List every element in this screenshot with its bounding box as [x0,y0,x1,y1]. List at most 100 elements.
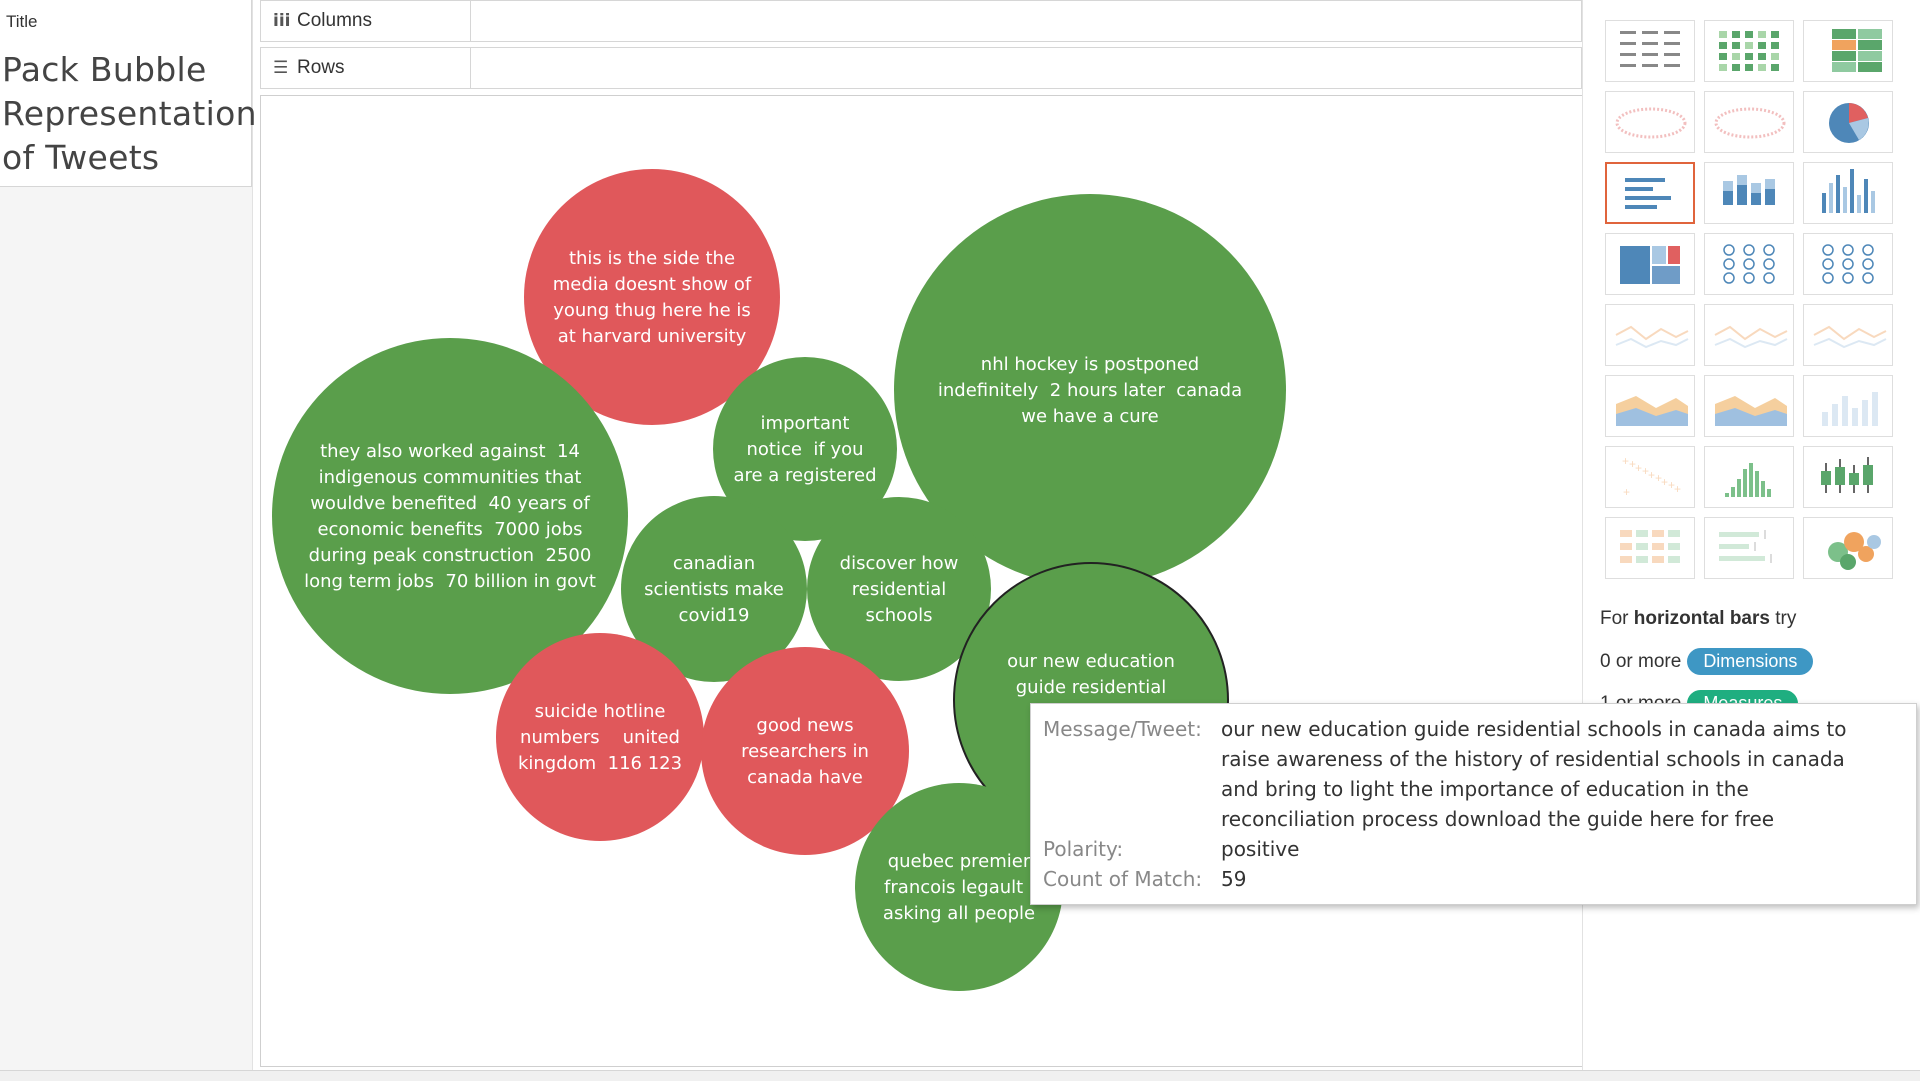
highlight-table-icon[interactable] [1803,20,1893,82]
side-by-side-bars-glyph [1822,169,1875,213]
bubble-label-line: are a registered [733,465,876,486]
tooltip-message-line: and bring to light the importance of edu… [1221,777,1749,801]
bubble-label-line: notice if you [746,439,863,460]
svg-text:+: + [1648,468,1655,482]
treemap-glyph [1620,246,1680,284]
dual-lines-icon[interactable] [1803,304,1893,366]
bubble-label-line: good news [756,715,853,736]
bubble-label-line: indigenous communities that [319,467,582,488]
treemap-icon[interactable] [1605,233,1695,295]
bubble-label-line: media doesnt show of [553,274,752,295]
svg-text:+: + [1655,471,1662,485]
bubble-label-line: scientists make [644,579,784,600]
bubble-label-line: researchers in [741,741,869,762]
bubble-label-line: nhl hockey is postponed [981,354,1199,375]
svg-text:+: + [1629,457,1636,471]
bubble-label-line: long term jobs 70 billion in govt [304,571,596,592]
bubble-label-line: discover how [840,553,959,574]
bubble-label-line: asking all people [883,903,1035,924]
bubble-label-line: indefinitely 2 hours later canada [938,380,1242,401]
tooltip-count-value: 59 [1221,867,1247,891]
mark-tooltip: Message/Tweet: our new education guide r… [1030,703,1917,905]
svg-text:+: + [1674,482,1681,496]
side-by-side-bars-icon[interactable] [1803,162,1893,224]
columns-shelf-label: iii Columns [261,1,471,41]
bubble-label-line: suicide hotline [535,701,666,722]
area-discrete-icon[interactable] [1704,375,1794,437]
dual-combination-icon[interactable] [1803,375,1893,437]
circle-views-icon[interactable] [1704,233,1794,295]
area-discrete-glyph [1715,396,1787,426]
show-me-requirement-dimensions: 0 or more Dimensions [1600,648,1814,675]
bubble-label-line: canada have [747,767,863,788]
area-continuous-glyph [1616,396,1688,426]
tooltip-message-line: reconciliation process download the guid… [1221,807,1775,831]
viz-canvas[interactable]: this is the side the media doesnt show of… [260,95,1652,1067]
heat-map-glyph [1719,31,1779,71]
bubble-label-line: we have a cure [1021,406,1159,427]
stacked-bars-glyph [1723,175,1775,205]
rows-label: Rows [297,57,345,78]
heat-map-icon[interactable] [1704,20,1794,82]
pie-chart-icon[interactable] [1803,91,1893,153]
show-me-hint-chart: horizontal bars [1633,608,1770,629]
req-dimensions-prefix: 0 or more [1600,650,1682,672]
bubble-label-line: young thug here he is [553,300,751,321]
title-card[interactable]: Title Pack Bubble Representation of Twee… [0,0,257,187]
symbol-map-icon[interactable] [1605,91,1695,153]
circle-views-glyph [1723,244,1775,284]
horizontal-bars-glyph [1625,178,1671,209]
stacked-bars-icon[interactable] [1704,162,1794,224]
bubble-label-line: important [761,413,850,434]
tooltip-count-label: Count of Match: [1043,867,1203,891]
bullet-graph-icon[interactable] [1704,517,1794,579]
filled-map-glyph [1714,107,1786,139]
gantt-chart-icon[interactable] [1605,517,1695,579]
filled-map-icon[interactable] [1704,91,1794,153]
bubble-label-line: kingdom 116 123 [518,753,682,774]
dashboard-title: Pack Bubble Representation of Tweets [2,50,257,177]
packed-bubble-chart[interactable]: this is the side the media doesnt show of… [261,96,1651,1066]
tooltip-polarity-label: Polarity: [1043,837,1124,861]
bubble-label-line: during peak construction 2500 [309,545,592,566]
continuous-lines-icon[interactable] [1605,304,1695,366]
dimensions-pill: Dimensions [1687,648,1814,675]
show-me-hint: For horizontal bars try [1600,608,1797,629]
side-by-side-circles-glyph [1822,244,1874,284]
bubble-label-line: covid19 [679,605,750,626]
svg-text:+: + [1622,454,1629,468]
tooltip-message-value: our new education guide residential scho… [1221,714,1901,834]
columns-icon: iii [273,11,291,31]
gantt-chart-glyph [1620,530,1680,563]
bubble-label-line: at harvard university [558,326,747,347]
svg-text:+: + [1635,461,1642,475]
columns-shelf[interactable]: iii Columns [260,0,1582,42]
text-table-glyph [1620,31,1680,67]
scatter-plot-icon[interactable]: + + + + + + + + + + [1605,446,1695,508]
box-and-whisker-icon[interactable] [1803,446,1893,508]
bubble-label-line: residential [852,579,946,600]
title-card-label: Title [6,12,38,31]
bubble-label-line: numbers united [520,727,680,748]
discrete-lines-icon[interactable] [1704,304,1794,366]
tooltip-message-line: raise awareness of the history of reside… [1221,747,1845,771]
scatter-plot-glyph: + + + + ++ + + ++ [1622,454,1681,499]
horizontal-bars-icon[interactable] [1605,162,1695,224]
packed-bubbles-icon[interactable] [1803,517,1893,579]
bubble-label-line: wouldve benefited 40 years of [310,493,590,514]
dual-combination-glyph [1822,392,1878,426]
bubble-mark[interactable]: suicide hotline numbers united kingdom 116… [496,633,704,841]
bubble-label-line: schools [865,605,932,626]
text-table-icon[interactable] [1605,20,1695,82]
rows-shelf[interactable]: ☰ Rows [260,47,1582,89]
svg-text:+: + [1642,464,1649,478]
rows-icon: ☰ [273,58,289,78]
histogram-icon[interactable] [1704,446,1794,508]
bottom-scroll-bar[interactable] [0,1070,1920,1081]
tooltip-message-line: our new education guide residential scho… [1221,717,1847,741]
tooltip-polarity-value: positive [1221,837,1300,861]
bullet-graph-glyph [1719,530,1772,563]
packed-bubbles-glyph [1828,532,1881,570]
area-continuous-icon[interactable] [1605,375,1695,437]
side-by-side-circles-icon[interactable] [1803,233,1893,295]
